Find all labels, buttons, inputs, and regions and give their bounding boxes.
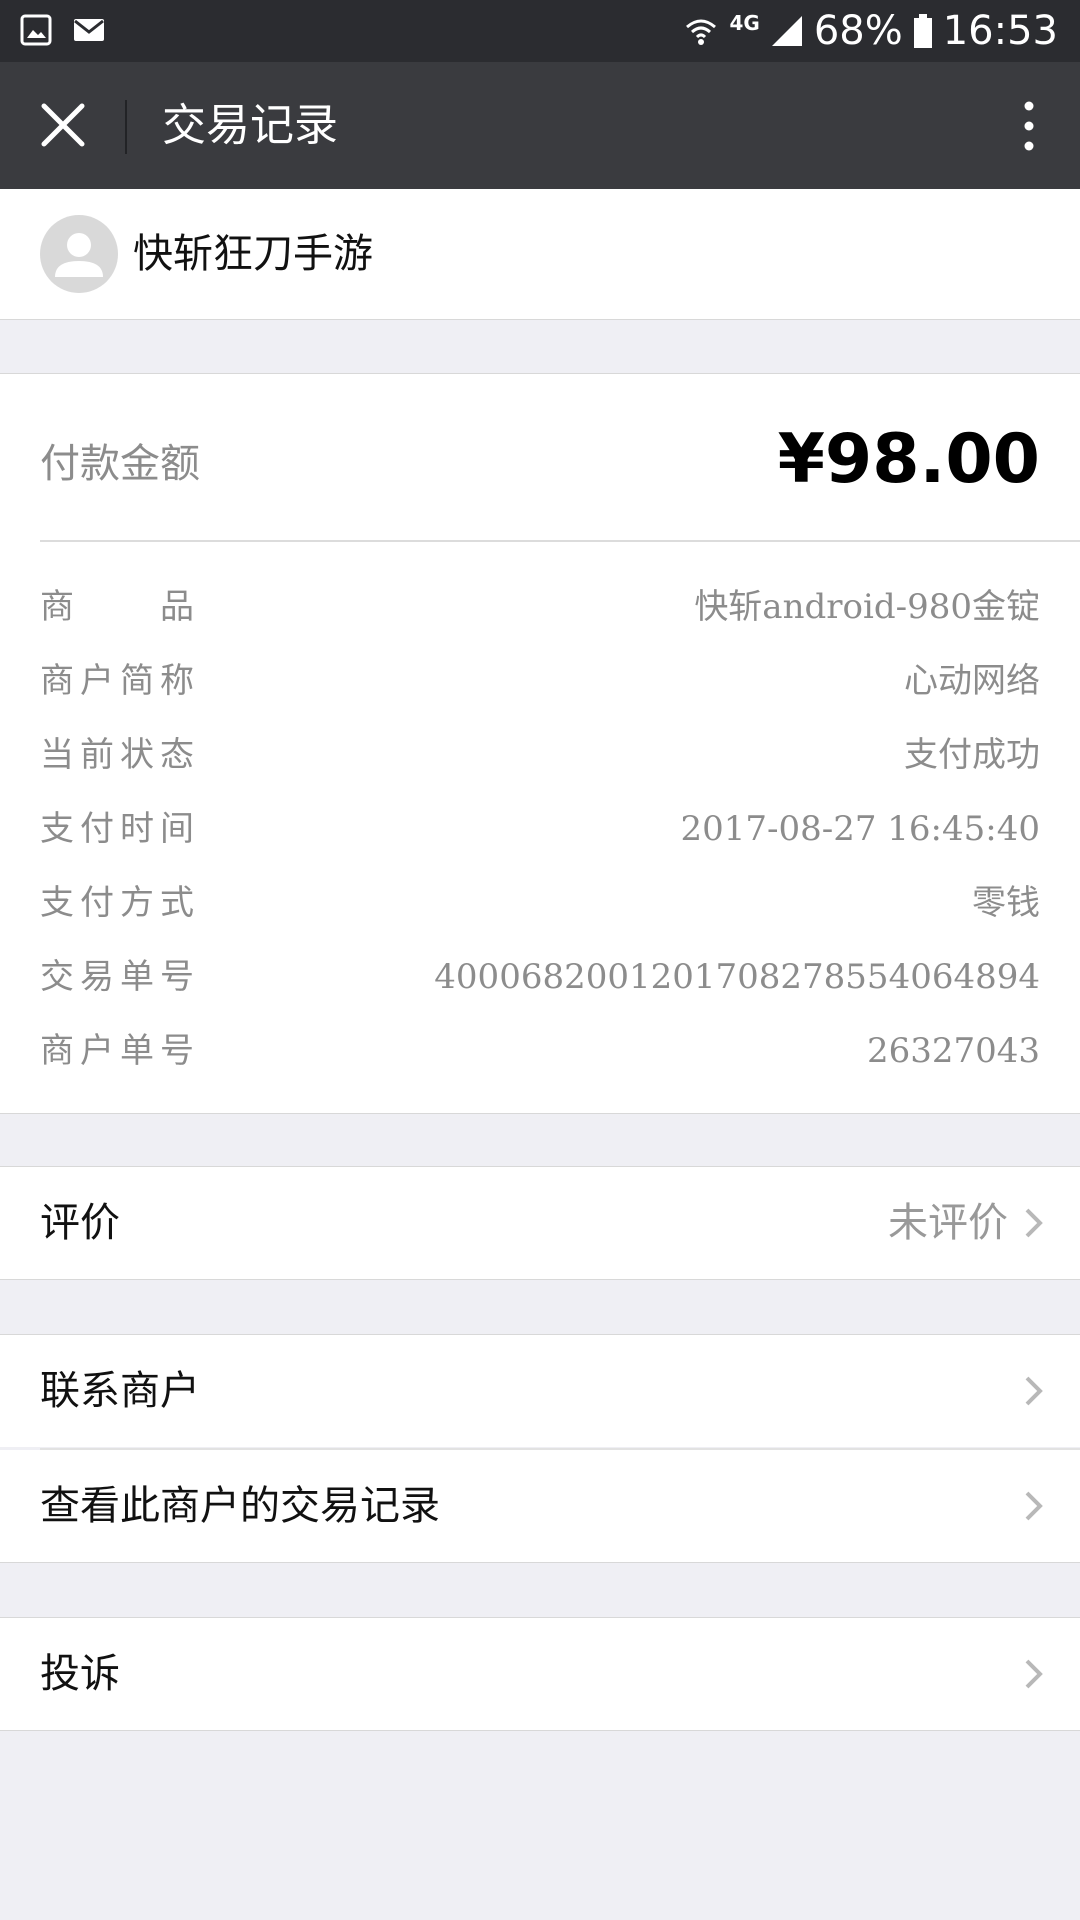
view-merchant-records-cell[interactable]: 查看此商户的交易记录 xyxy=(0,1450,1080,1563)
contact-merchant-cell[interactable]: 联系商户 xyxy=(0,1334,1080,1447)
nav-bar: 交易记录 xyxy=(0,62,1080,189)
info-label: 支付方式 xyxy=(40,883,200,923)
info-label: 商户简称 xyxy=(40,661,200,701)
info-value: 支付成功 xyxy=(904,735,1040,775)
complain-label: 投诉 xyxy=(40,1651,120,1697)
info-value: 快斩android-980金锭 xyxy=(694,587,1040,627)
info-value: 4000682001201708278554064894 xyxy=(434,957,1040,997)
review-label: 评价 xyxy=(40,1200,120,1246)
nav-divider xyxy=(125,100,127,154)
network-type: 4G xyxy=(729,11,760,35)
amount-divider xyxy=(40,540,1080,542)
merchant-header[interactable]: 快斩狂刀手游 xyxy=(0,189,1080,320)
info-row-product: 商 品 快斩android-980金锭 xyxy=(40,570,1040,644)
info-row-merchant-short-name: 商户简称 心动网络 xyxy=(40,644,1040,718)
info-label: 支付时间 xyxy=(40,809,200,849)
amount-label: 付款金额 xyxy=(40,441,200,487)
mail-icon xyxy=(74,19,104,41)
payment-detail-card: 付款金额 ¥98.00 商 品 快斩android-980金锭 商户简称 心动网… xyxy=(0,373,1080,1114)
info-label: 商 品 xyxy=(40,587,200,627)
status-bar: 4G 68% 16:53 xyxy=(0,0,1080,62)
close-icon[interactable] xyxy=(40,102,86,148)
info-value: 2017-08-27 16:45:40 xyxy=(680,809,1040,849)
review-status: 未评价 xyxy=(888,1200,1008,1246)
review-cell[interactable]: 评价 未评价 xyxy=(0,1166,1080,1280)
battery-icon xyxy=(913,14,932,48)
avatar[interactable] xyxy=(40,215,118,293)
info-row-payment-time: 支付时间 2017-08-27 16:45:40 xyxy=(40,792,1040,866)
amount-value: ¥98.00 xyxy=(777,420,1040,499)
info-label: 商户单号 xyxy=(40,1031,200,1071)
signal-icon xyxy=(771,16,802,46)
info-value: 零钱 xyxy=(972,883,1040,923)
clock: 16:53 xyxy=(942,8,1058,54)
chevron-right-icon xyxy=(1025,1208,1043,1238)
contact-merchant-label: 联系商户 xyxy=(40,1368,200,1414)
chevron-right-icon xyxy=(1025,1659,1043,1689)
image-icon xyxy=(20,14,52,46)
info-row-payment-method: 支付方式 零钱 xyxy=(40,866,1040,940)
info-row-merchant-order-number: 商户单号 26327043 xyxy=(40,1014,1040,1088)
info-value: 心动网络 xyxy=(904,661,1040,701)
page-title: 交易记录 xyxy=(162,100,338,151)
info-row-transaction-number: 交易单号 4000682001201708278554064894 xyxy=(40,940,1040,1014)
info-label: 交易单号 xyxy=(40,957,200,997)
view-merchant-records-label: 查看此商户的交易记录 xyxy=(40,1483,440,1529)
info-label: 当前状态 xyxy=(40,735,200,775)
chevron-right-icon xyxy=(1025,1491,1043,1521)
chevron-right-icon xyxy=(1025,1376,1043,1406)
more-vertical-icon[interactable] xyxy=(1014,100,1044,152)
battery-percent: 68% xyxy=(813,8,903,54)
info-row-status: 当前状态 支付成功 xyxy=(40,718,1040,792)
info-value: 26327043 xyxy=(866,1031,1040,1071)
merchant-name: 快斩狂刀手游 xyxy=(133,231,373,277)
default-avatar-icon xyxy=(55,233,103,277)
wifi-icon xyxy=(686,19,717,45)
complain-cell[interactable]: 投诉 xyxy=(0,1617,1080,1731)
